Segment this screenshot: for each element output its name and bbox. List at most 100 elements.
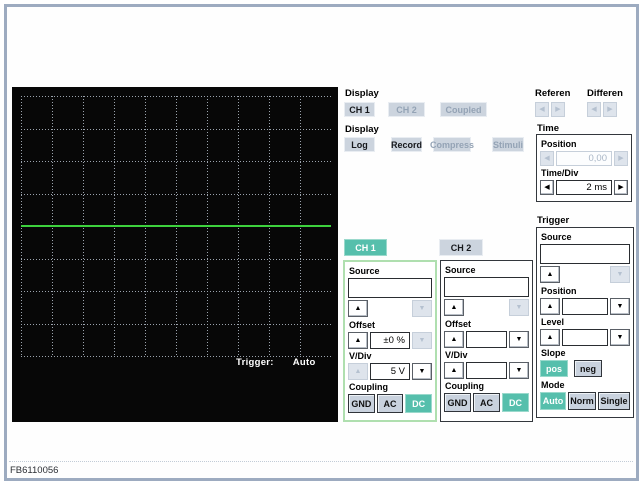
trigger-source-input[interactable] (540, 244, 630, 264)
display-channel-label: Display (345, 88, 379, 99)
trigger-status-label: Trigger: (236, 357, 274, 368)
down-arrow-icon: ▼ (515, 367, 523, 374)
ch1-source-down-button: ▼ (412, 300, 432, 317)
ch2-offset-label: Offset (445, 319, 472, 329)
up-arrow-icon: ▲ (546, 271, 554, 278)
trigger-position-field[interactable] (562, 298, 608, 315)
display-mode-label: Display (345, 124, 379, 135)
ch2-vdiv-down-button[interactable]: ▼ (509, 362, 529, 379)
up-arrow-icon: ▲ (450, 304, 458, 311)
trigger-source-up-button[interactable]: ▲ (540, 266, 560, 283)
timediv-value-field[interactable]: 2 ms (556, 180, 612, 195)
left-arrow-icon: ◀ (544, 184, 550, 191)
difference-next-button: ▶ (603, 102, 617, 117)
difference-prev-button: ◀ (587, 102, 601, 117)
ch2-source-label: Source (445, 265, 476, 275)
ch1-source-up-button[interactable]: ▲ (348, 300, 368, 317)
time-label: Time (537, 123, 560, 134)
ch1-offset-up-button[interactable]: ▲ (348, 332, 368, 349)
time-position-label: Position (541, 139, 577, 149)
timediv-decrement-button[interactable]: ◀ (540, 180, 554, 195)
ch2-source-up-button[interactable]: ▲ (444, 299, 464, 316)
record-button[interactable]: Record (391, 137, 422, 152)
ch1-coupling-ac-button[interactable]: AC (376, 394, 404, 413)
display-ch1-button[interactable]: CH 1 (344, 102, 375, 117)
left-arrow-icon: ◀ (591, 106, 597, 113)
trigger-position-up-button[interactable]: ▲ (540, 298, 560, 315)
up-arrow-icon: ▲ (546, 303, 554, 310)
up-arrow-icon: ▲ (450, 336, 458, 343)
ch2-offset-field[interactable] (466, 331, 507, 348)
trigger-mode-label: Mode (541, 380, 565, 390)
ch1-coupling-label: Coupling (349, 382, 388, 392)
up-arrow-icon: ▲ (354, 368, 362, 375)
application-window: Trigger: Auto Display CH 1 CH 2 Coupled … (0, 0, 644, 486)
scope-grid (21, 96, 331, 357)
log-button[interactable]: Log (344, 137, 375, 152)
ch1-vdiv-down-button[interactable]: ▼ (412, 363, 432, 380)
mode-single-button[interactable]: Single (598, 392, 630, 410)
ch2-panel: Source ▲ ▼ Offset ▲ ▼ V/Div ▲ ▼ Coupling… (440, 260, 533, 422)
reference-next-button: ▶ (551, 102, 565, 117)
down-arrow-icon: ▼ (515, 304, 523, 311)
ch2-coupling-ac-button[interactable]: AC (473, 393, 500, 412)
trigger-label: Trigger (537, 215, 570, 226)
reference-label: Referen (535, 88, 571, 99)
mode-norm-button[interactable]: Norm (568, 392, 596, 410)
figure-code: FB6110056 (10, 465, 59, 476)
ch2-source-input[interactable] (444, 277, 529, 297)
right-arrow-icon: ▶ (607, 106, 613, 113)
ch1-offset-down-button: ▼ (412, 332, 432, 349)
ch2-coupling-label: Coupling (445, 381, 484, 391)
ch1-offset-field[interactable]: ±0 % (370, 332, 410, 349)
up-arrow-icon: ▲ (546, 334, 554, 341)
ch1-vdiv-field[interactable]: 5 V (370, 363, 410, 380)
up-arrow-icon: ▲ (450, 367, 458, 374)
ch1-source-input[interactable] (348, 278, 432, 298)
footer-divider (9, 461, 633, 462)
ch2-offset-up-button[interactable]: ▲ (444, 331, 464, 348)
ch2-vdiv-up-button[interactable]: ▲ (444, 362, 464, 379)
stimuli-button: Stimuli (492, 137, 524, 152)
time-position-field: 0,00 (556, 151, 612, 166)
timediv-increment-button[interactable]: ▶ (614, 180, 628, 195)
ch1-source-label: Source (349, 266, 380, 276)
ch1-coupling-gnd-button[interactable]: GND (348, 394, 375, 413)
trigger-position-down-button[interactable]: ▼ (610, 298, 630, 315)
ch1-coupling-dc-button[interactable]: DC (405, 394, 433, 413)
ch2-vdiv-label: V/Div (445, 350, 468, 360)
difference-label: Differen (587, 88, 623, 99)
mode-auto-button[interactable]: Auto (540, 392, 566, 410)
ch1-vdiv-label: V/Div (349, 351, 372, 361)
up-arrow-icon: ▲ (354, 337, 362, 344)
ch2-coupling-dc-button[interactable]: DC (502, 393, 529, 412)
ch1-tab[interactable]: CH 1 (344, 239, 387, 256)
timediv-label: Time/Div (541, 168, 579, 178)
trigger-level-label: Level (541, 317, 565, 327)
trigger-status: Trigger: Auto (236, 357, 316, 368)
left-arrow-icon: ◀ (544, 155, 550, 162)
ch2-offset-down-button[interactable]: ▼ (509, 331, 529, 348)
trigger-status-value: Auto (292, 357, 316, 368)
ch1-panel: Source ▲ ▼ Offset ▲ ±0 % ▼ V/Div ▲ 5 V ▼… (343, 260, 437, 422)
right-arrow-icon: ▶ (555, 106, 561, 113)
ch1-offset-label: Offset (349, 320, 376, 330)
ch2-tab[interactable]: CH 2 (439, 239, 483, 256)
trigger-level-down-button[interactable]: ▼ (610, 329, 630, 346)
trigger-source-down-button: ▼ (610, 266, 630, 283)
reference-prev-button: ◀ (535, 102, 549, 117)
trigger-level-field[interactable] (562, 329, 608, 346)
ch2-vdiv-field[interactable] (466, 362, 507, 379)
right-arrow-icon: ▶ (618, 184, 624, 191)
down-arrow-icon: ▼ (418, 337, 426, 344)
display-ch2-button: CH 2 (388, 102, 425, 117)
trigger-panel: Source ▲ ▼ Position ▲ ▼ Level ▲ ▼ Slope … (536, 227, 634, 418)
slope-neg-button[interactable]: neg (574, 360, 602, 377)
slope-pos-button[interactable]: pos (540, 360, 568, 377)
trigger-level-up-button[interactable]: ▲ (540, 329, 560, 346)
ch2-coupling-gnd-button[interactable]: GND (444, 393, 471, 412)
down-arrow-icon: ▼ (418, 368, 426, 375)
down-arrow-icon: ▼ (616, 303, 624, 310)
scope-display: Trigger: Auto (12, 87, 338, 422)
trigger-source-label: Source (541, 232, 572, 242)
